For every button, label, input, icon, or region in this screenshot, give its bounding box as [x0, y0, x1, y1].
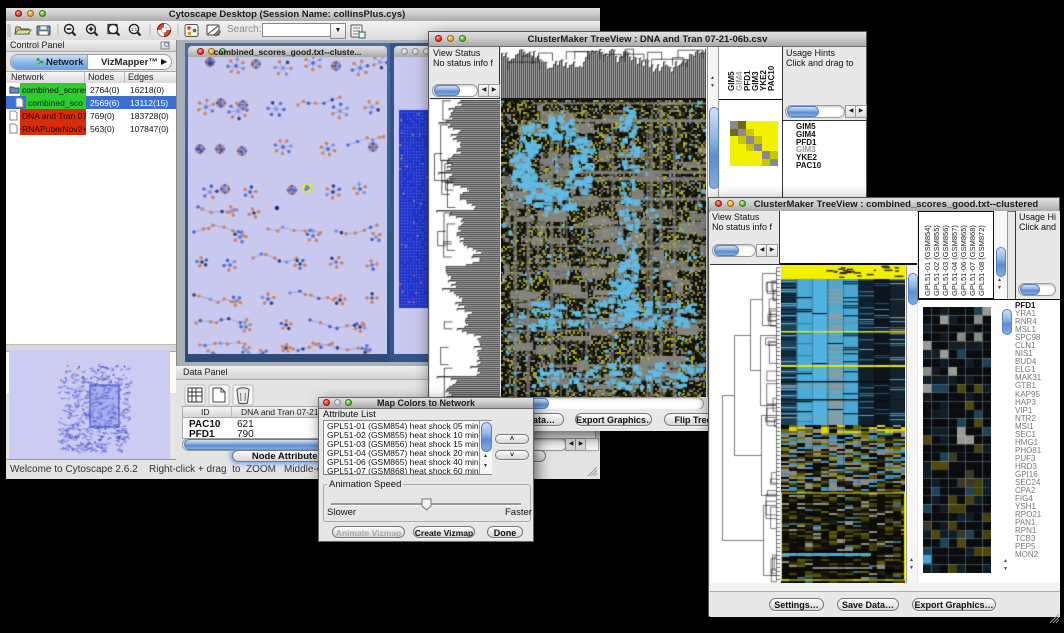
svg-text:1:1: 1:1 [131, 27, 138, 32]
